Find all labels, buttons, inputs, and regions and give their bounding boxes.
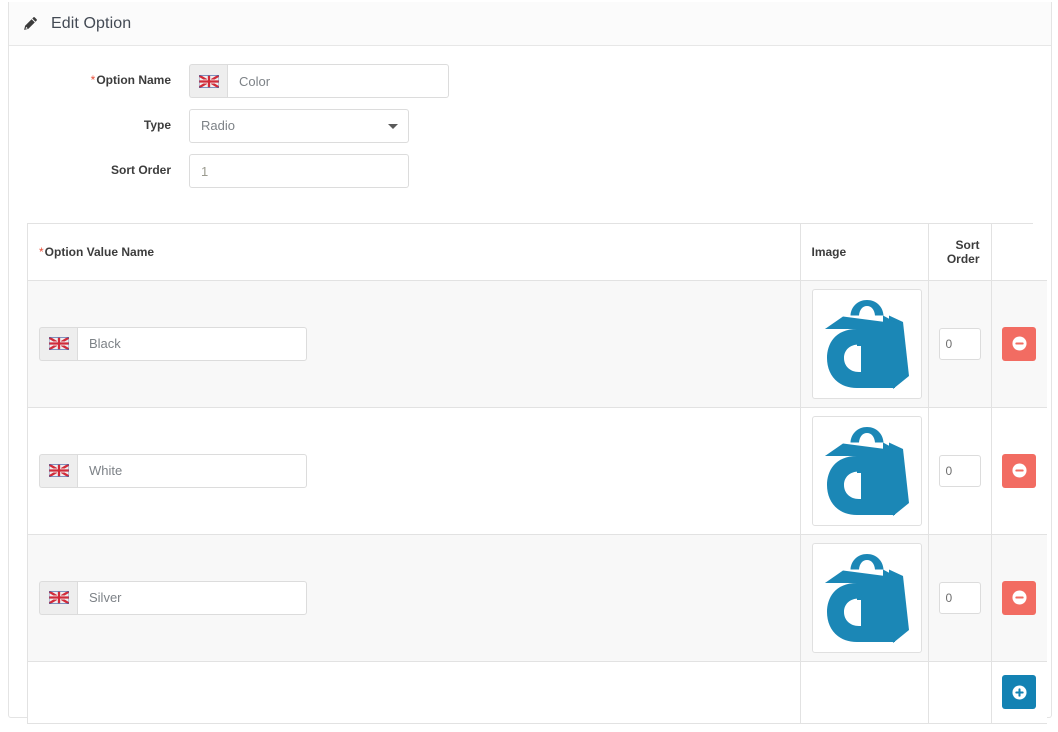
minus-circle-icon bbox=[1012, 463, 1027, 478]
cell-add-spacer-sort bbox=[927, 661, 991, 724]
uk-flag-icon bbox=[189, 64, 227, 98]
option-values-table: *Option Value Name Image Sort Order bbox=[28, 224, 1047, 724]
option-value-input-group bbox=[39, 453, 307, 488]
cell-actions bbox=[990, 407, 1047, 535]
uk-flag-icon bbox=[39, 580, 77, 615]
type-select-wrap: Radio bbox=[189, 109, 409, 143]
th-option-value-name-text: Option Value Name bbox=[44, 244, 155, 259]
option-value-name-input[interactable] bbox=[77, 453, 307, 488]
remove-option-value-button[interactable] bbox=[1002, 580, 1037, 615]
form-row-option-name: *Option Name bbox=[9, 64, 1051, 98]
cell-actions bbox=[990, 534, 1047, 662]
th-sort-order: Sort Order bbox=[927, 224, 991, 281]
minus-circle-icon bbox=[1012, 336, 1027, 351]
option-value-name-input[interactable] bbox=[77, 326, 307, 361]
cell-option-value-name bbox=[28, 534, 800, 662]
cell-sort-order bbox=[927, 534, 991, 662]
cell-sort-order bbox=[927, 407, 991, 535]
option-value-thumbnail[interactable] bbox=[811, 542, 922, 653]
cell-add-spacer-name bbox=[28, 661, 800, 724]
remove-option-value-button[interactable] bbox=[1002, 326, 1037, 361]
table-row bbox=[28, 407, 1047, 535]
th-image: Image bbox=[799, 224, 928, 281]
option-form: *Option Name Color Type Radio Sort Order… bbox=[9, 46, 1051, 207]
form-row-type: Type Radio bbox=[9, 109, 1051, 143]
option-value-thumbnail[interactable] bbox=[811, 415, 922, 526]
uk-flag-icon bbox=[39, 326, 77, 361]
cell-add-spacer-image bbox=[799, 661, 928, 724]
option-name-input[interactable] bbox=[227, 64, 449, 98]
row-sort-order-input[interactable] bbox=[938, 454, 981, 487]
required-marker: * bbox=[39, 244, 44, 259]
sort-order-label: Sort Order bbox=[110, 163, 171, 177]
cell-image bbox=[799, 534, 928, 662]
option-name-label: *Option Name bbox=[9, 64, 189, 88]
cell-option-value-name bbox=[28, 407, 800, 535]
uk-flag-icon bbox=[39, 453, 77, 488]
row-sort-order-input[interactable] bbox=[938, 581, 981, 614]
table-row bbox=[28, 534, 1047, 662]
remove-option-value-button[interactable] bbox=[1002, 453, 1037, 488]
required-marker: * bbox=[90, 73, 96, 87]
cell-actions bbox=[990, 280, 1047, 408]
type-label: Type bbox=[143, 118, 171, 132]
row-sort-order-input[interactable] bbox=[938, 327, 981, 360]
cell-image bbox=[799, 407, 928, 535]
panel-heading: Edit Option bbox=[9, 2, 1051, 46]
type-control: Radio bbox=[189, 109, 1051, 143]
option-value-name-input[interactable] bbox=[77, 580, 307, 615]
table-head: *Option Value Name Image Sort Order bbox=[28, 224, 1047, 281]
pencil-icon bbox=[23, 16, 39, 32]
cell-sort-order bbox=[927, 280, 991, 408]
cell-add-action bbox=[990, 661, 1047, 724]
option-values-table-wrap: *Option Value Name Image Sort Order bbox=[27, 223, 1047, 724]
type-select[interactable]: Radio bbox=[189, 109, 409, 143]
table-add-row bbox=[28, 661, 1047, 724]
option-value-input-group bbox=[39, 580, 307, 615]
form-row-sort-order: Sort Order bbox=[9, 154, 1051, 188]
table-row bbox=[28, 280, 1047, 408]
table-body bbox=[28, 280, 1047, 724]
option-value-thumbnail[interactable] bbox=[811, 288, 922, 399]
cell-image bbox=[799, 280, 928, 408]
option-name-control bbox=[189, 64, 1051, 98]
th-actions bbox=[990, 224, 1047, 281]
plus-circle-icon bbox=[1012, 684, 1027, 700]
option-name-label-text: Option Name bbox=[96, 73, 171, 87]
cell-option-value-name bbox=[28, 280, 800, 408]
sort-order-input[interactable] bbox=[189, 154, 409, 188]
th-option-value-name: *Option Value Name bbox=[28, 224, 800, 281]
sort-order-control bbox=[189, 154, 1051, 188]
add-option-value-button[interactable] bbox=[1002, 675, 1037, 709]
edit-option-panel: Edit Option *Option Name Color Type Radi… bbox=[8, 2, 1052, 724]
minus-circle-icon bbox=[1012, 590, 1027, 605]
option-value-input-group bbox=[39, 326, 307, 361]
option-name-input-group bbox=[189, 64, 449, 98]
page-root: Edit Option *Option Name Color Type Radi… bbox=[0, 0, 1058, 732]
page-title: Edit Option bbox=[51, 14, 132, 32]
table-header-row: *Option Value Name Image Sort Order bbox=[28, 224, 1047, 281]
